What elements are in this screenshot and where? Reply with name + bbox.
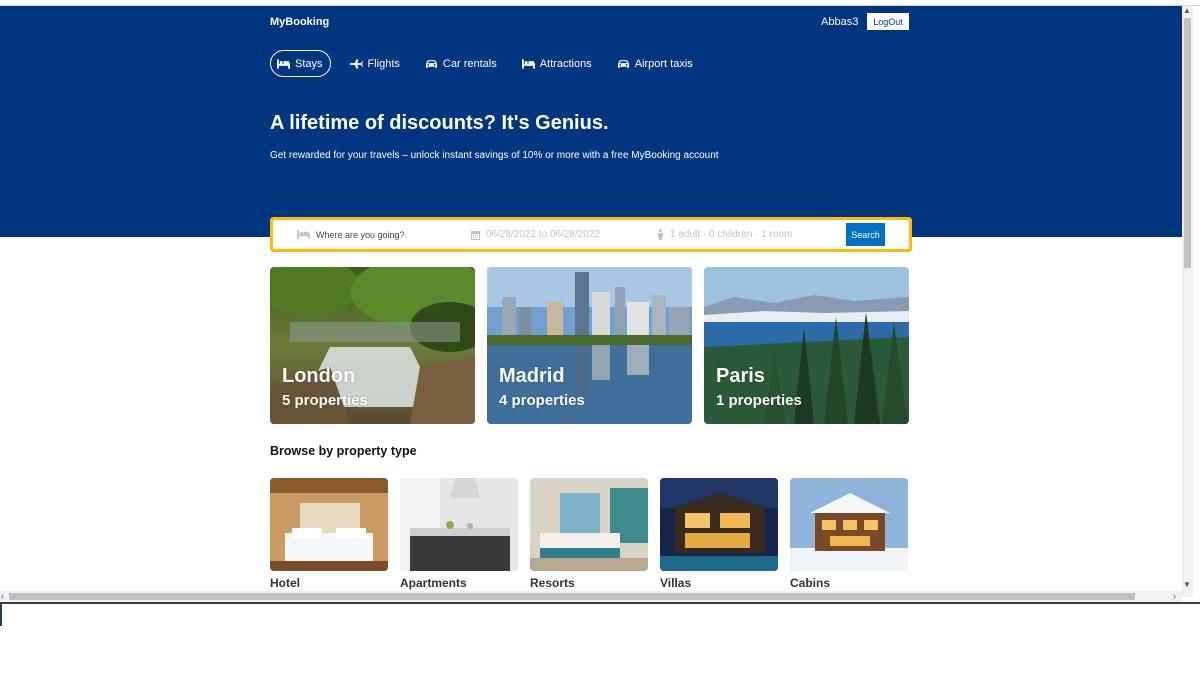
bed-icon: [521, 58, 535, 69]
scroll-up-arrow-icon[interactable]: ▲: [1183, 6, 1191, 15]
property-type-label: Villas: [660, 576, 692, 590]
city-card-paris[interactable]: Paris 1 properties: [704, 267, 909, 424]
apartments-image: [400, 478, 518, 571]
villas-image: [660, 478, 778, 571]
cabins-image: [790, 478, 908, 571]
hotel-image: [270, 478, 388, 571]
hero-subtitle: Get rewarded for your travels – unlock i…: [270, 150, 719, 161]
property-type-label: Apartments: [400, 576, 467, 590]
scroll-down-arrow-icon[interactable]: ▼: [1183, 580, 1191, 589]
property-type-villas[interactable]: Villas: [660, 478, 778, 590]
nav-item-label: Car rentals: [442, 57, 497, 70]
brand-logo[interactable]: MyBooking: [270, 16, 329, 28]
nav-item-car-rentals[interactable]: Car rentals: [419, 50, 503, 77]
header: MyBooking Abbas3 LogOut Stays Flights Ca…: [0, 6, 1182, 237]
city-properties: 5 properties: [282, 392, 368, 409]
nav-item-flights[interactable]: Flights: [344, 50, 406, 77]
plane-icon: [349, 58, 363, 69]
person-icon: [658, 229, 663, 240]
scroll-right-arrow-icon[interactable]: ›: [1173, 591, 1176, 601]
calendar-icon: [471, 230, 480, 240]
horizontal-scroll-thumb[interactable]: [9, 593, 1135, 600]
city-card-madrid[interactable]: Madrid 4 properties: [487, 267, 692, 424]
date-field[interactable]: 06/28/2022 to 06/28/2022: [471, 220, 600, 249]
property-type-cabins[interactable]: Cabins: [790, 478, 908, 590]
hero-title: A lifetime of discounts? It's Genius.: [270, 112, 609, 134]
search-bar: 06/28/2022 to 06/28/2022 1 adult · 0 chi…: [270, 217, 912, 252]
bed-icon: [297, 230, 310, 239]
resorts-image: [530, 478, 648, 571]
car-icon: [425, 59, 437, 68]
nav-item-label: Flights: [367, 57, 400, 70]
nav-item-attractions[interactable]: Attractions: [516, 50, 598, 77]
nav-item-stays[interactable]: Stays: [270, 50, 331, 77]
bottom-divider: [0, 602, 1200, 604]
nav-item-airport-taxis[interactable]: Airport taxis: [611, 50, 699, 77]
blank-area: [0, 626, 1200, 674]
guests-text: 1 adult · 0 children · 1 room: [670, 229, 793, 240]
taxi-icon: [617, 59, 629, 68]
nav-item-label: Attractions: [539, 57, 592, 70]
city-card-london[interactable]: London 5 properties: [270, 267, 475, 424]
property-type-label: Cabins: [790, 576, 831, 590]
vertical-scrollbar[interactable]: ▲ ▼: [1182, 6, 1193, 597]
nav-bar: Stays Flights Car rentals Attractions Ai…: [270, 50, 712, 77]
destination-field[interactable]: [297, 220, 446, 249]
property-type-hotel[interactable]: Hotel: [270, 478, 388, 590]
nav-item-label: Stays: [295, 57, 323, 70]
scroll-left-arrow-icon[interactable]: ‹: [1, 591, 4, 601]
city-properties: 4 properties: [499, 392, 585, 409]
city-name: Madrid: [499, 365, 565, 387]
city-properties: 1 properties: [716, 392, 802, 409]
logout-button[interactable]: LogOut: [867, 13, 909, 30]
property-type-label: Hotel: [270, 576, 300, 590]
page-viewport: MyBooking Abbas3 LogOut Stays Flights Ca…: [0, 6, 1182, 591]
destination-input[interactable]: [316, 229, 446, 240]
city-name: Paris: [716, 365, 765, 387]
nav-item-label: Airport taxis: [634, 57, 693, 70]
city-name: London: [282, 365, 356, 387]
bed-icon: [277, 58, 290, 69]
property-type-apartments[interactable]: Apartments: [400, 478, 518, 590]
date-range-text: 06/28/2022 to 06/28/2022: [486, 229, 600, 240]
username: Abbas3: [821, 16, 859, 28]
property-type-label: Resorts: [530, 576, 575, 590]
search-button[interactable]: Search: [846, 223, 885, 246]
property-section-title: Browse by property type: [270, 444, 417, 458]
guests-field[interactable]: 1 adult · 0 children · 1 room: [657, 220, 792, 249]
property-type-resorts[interactable]: Resorts: [530, 478, 648, 590]
bottom-cursor-line: [0, 604, 2, 626]
vertical-scroll-thumb[interactable]: [1184, 18, 1191, 268]
horizontal-scrollbar[interactable]: ‹ ›: [0, 591, 1182, 602]
